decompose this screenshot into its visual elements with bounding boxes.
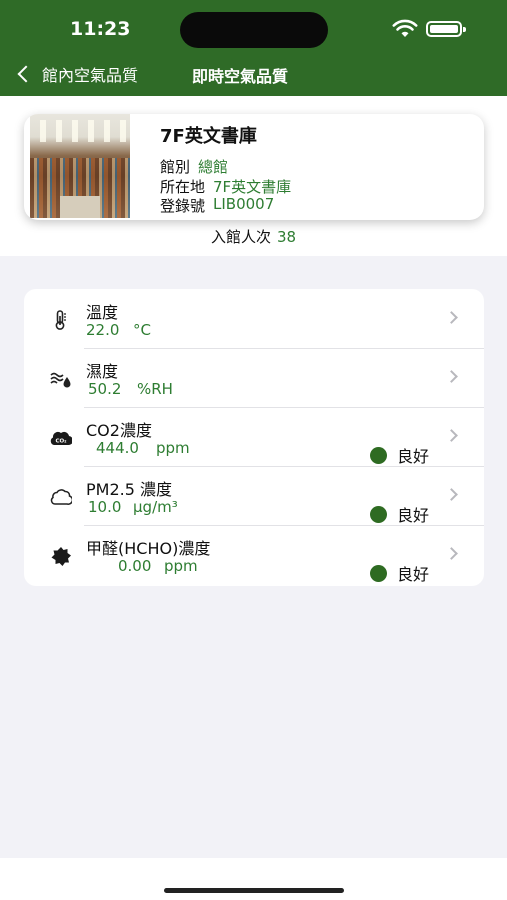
reading-label: CO2濃度 xyxy=(86,421,152,440)
reading-value: 444.0 xyxy=(96,439,139,457)
status-text: 良好 xyxy=(397,506,430,525)
list-item-pm25[interactable]: PM2.5 濃度 10.0 µg/m³ 良好 xyxy=(24,466,484,525)
chevron-right-icon xyxy=(445,370,458,383)
navigation-bar: 館內空氣品質 即時空氣品質 xyxy=(0,54,507,96)
status-time: 11:23 xyxy=(70,18,131,40)
thermometer-icon xyxy=(55,310,66,330)
reading-label: PM2.5 濃度 xyxy=(86,480,172,499)
reading-unit: ppm xyxy=(164,557,198,575)
list-item-humidity[interactable]: 濕度 50.2 %RH xyxy=(24,348,484,407)
status-dot xyxy=(370,446,387,464)
bottom-area xyxy=(0,858,507,900)
reading-unit: µg/m³ xyxy=(133,498,178,516)
info-value: LIB0007 xyxy=(213,195,275,213)
status-dot xyxy=(370,564,387,582)
chevron-left-icon xyxy=(17,65,35,83)
list-item-hcho[interactable]: 甲醛(HCHO)濃度 0.00 ppm 良好 xyxy=(24,525,484,584)
status-bar: 11:23 xyxy=(0,0,507,54)
info-key: 登錄號 xyxy=(160,197,206,215)
list-item-temperature[interactable]: 溫度 22.0 °C xyxy=(24,289,484,348)
reading-unit: °C xyxy=(133,321,151,339)
location-name: 7F英文書庫 xyxy=(160,126,257,147)
back-label: 館內空氣品質 xyxy=(42,66,139,85)
pm25-cloud-icon xyxy=(50,489,72,505)
info-branch: 館別 總館 xyxy=(160,156,228,177)
home-indicator[interactable] xyxy=(164,888,344,893)
reading-unit: ppm xyxy=(156,439,190,457)
info-key: 所在地 xyxy=(160,178,206,196)
chevron-right-icon xyxy=(445,311,458,324)
info-registration: 登錄號 LIB0007 xyxy=(160,195,274,216)
status-dot xyxy=(370,505,387,523)
reading-value: 22.0 xyxy=(86,321,120,339)
status-text: 良好 xyxy=(397,565,430,584)
reading-value: 50.2 xyxy=(88,380,122,398)
co2-cloud-icon: CO₂ xyxy=(50,431,72,446)
info-value: 總館 xyxy=(198,158,229,176)
reading-value: 0.00 xyxy=(118,557,152,575)
humidity-icon xyxy=(50,372,71,388)
library-photo xyxy=(30,114,130,218)
readings-list: 溫度 22.0 °C 濕度 50.2 %RH CO₂ CO2濃度 444.0 p… xyxy=(24,289,484,586)
info-location: 所在地 7F英文書庫 xyxy=(160,176,291,197)
svg-text:CO₂: CO₂ xyxy=(55,439,67,445)
list-item-co2[interactable]: CO₂ CO2濃度 444.0 ppm 良好 xyxy=(24,407,484,466)
top-bar: 11:23 館內空氣品質 即時空氣品質 xyxy=(0,0,507,96)
battery-icon xyxy=(426,21,466,37)
reading-unit: %RH xyxy=(137,380,173,398)
status-badge: 良好 xyxy=(370,546,484,586)
hcho-icon xyxy=(51,547,71,566)
visitor-label: 入館人次 xyxy=(210,228,271,246)
reading-label: 濕度 xyxy=(86,362,119,381)
reading-label: 溫度 xyxy=(86,303,119,322)
info-value: 7F英文書庫 xyxy=(213,178,292,196)
back-button[interactable]: 館內空氣品質 xyxy=(16,62,138,86)
wifi-icon xyxy=(392,19,418,37)
reading-value: 10.0 xyxy=(88,498,122,516)
reading-label: 甲醛(HCHO)濃度 xyxy=(86,539,211,558)
visitor-value: 38 xyxy=(276,228,297,246)
page-title: 即時空氣品質 xyxy=(192,67,289,86)
status-text: 良好 xyxy=(397,447,430,466)
visitor-count: 入館人次 38 xyxy=(0,226,507,247)
location-card: 7F英文書庫 館別 總館 所在地 7F英文書庫 登錄號 LIB0007 xyxy=(24,114,484,220)
info-key: 館別 xyxy=(160,158,191,176)
dynamic-island xyxy=(180,12,328,48)
